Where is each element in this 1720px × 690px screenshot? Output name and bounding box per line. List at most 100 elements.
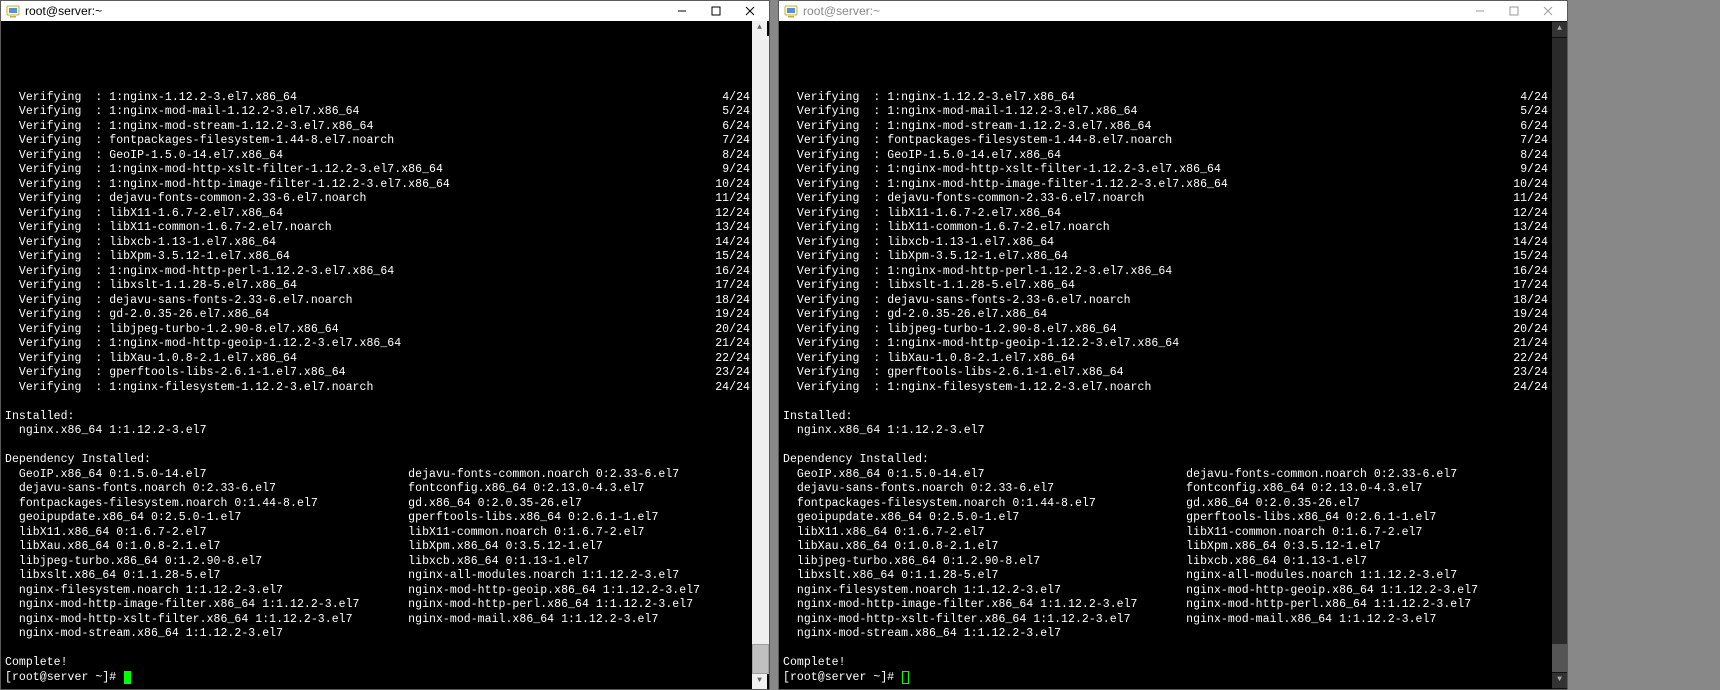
verify-line: Verifying : libxcb-1.13-1.el7.x86_6414/2… xyxy=(5,236,750,251)
dependency-row: libxslt.x86_64 0:1.1.28-5.el7 nginx-all-… xyxy=(5,569,750,584)
close-button[interactable] xyxy=(1531,1,1565,21)
verify-line: Verifying : libXau-1.0.8-2.1.el7.x86_642… xyxy=(783,352,1548,367)
dependency-row: geoipupdate.x86_64 0:2.5.0-1.el7 gperfto… xyxy=(5,511,750,526)
verify-line: Verifying : libXpm-3.5.12-1.el7.x86_6415… xyxy=(5,250,750,265)
scrollbar[interactable]: ▲ ▼ xyxy=(752,21,769,689)
verify-line: Verifying : gperftools-libs-2.6.1-1.el7.… xyxy=(5,366,750,381)
terminal-body[interactable]: Verifying : 1:nginx-1.12.2-3.el7.x86_644… xyxy=(1,21,769,689)
dependency-row: GeoIP.x86_64 0:1.5.0-14.el7 dejavu-fonts… xyxy=(783,468,1548,483)
verify-line: Verifying : gd-2.0.35-26.el7.x86_6419/24 xyxy=(5,308,750,323)
complete-message: Complete! xyxy=(783,656,1548,671)
scroll-down-icon[interactable]: ▼ xyxy=(1552,672,1567,689)
verify-line: Verifying : GeoIP-1.5.0-14.el7.x86_648/2… xyxy=(783,149,1548,164)
scroll-thumb[interactable] xyxy=(1552,644,1567,672)
verify-line: Verifying : dejavu-sans-fonts-2.33-6.el7… xyxy=(783,294,1548,309)
verify-line: Verifying : 1:nginx-mod-http-geoip-1.12.… xyxy=(783,337,1548,352)
scroll-down-icon[interactable]: ▼ xyxy=(752,674,767,689)
verify-line: Verifying : dejavu-fonts-common-2.33-6.e… xyxy=(783,192,1548,207)
dependency-row: nginx-mod-http-xslt-filter.x86_64 1:1.12… xyxy=(5,613,750,628)
verify-line: Verifying : 1:nginx-mod-stream-1.12.2-3.… xyxy=(783,120,1548,135)
scroll-up-icon[interactable]: ▲ xyxy=(752,21,767,36)
minimize-button[interactable] xyxy=(1463,1,1497,21)
titlebar[interactable]: root@server:~ xyxy=(1,1,769,21)
verify-line: Verifying : dejavu-sans-fonts-2.33-6.el7… xyxy=(5,294,750,309)
dependency-row: libxslt.x86_64 0:1.1.28-5.el7 nginx-all-… xyxy=(783,569,1548,584)
verify-line: Verifying : dejavu-fonts-common-2.33-6.e… xyxy=(5,192,750,207)
dependency-row: libXau.x86_64 0:1.0.8-2.1.el7 libXpm.x86… xyxy=(5,540,750,555)
verify-line: Verifying : gd-2.0.35-26.el7.x86_6419/24 xyxy=(783,308,1548,323)
prompt[interactable]: [root@server ~]# xyxy=(783,671,1548,686)
dependency-row: geoipupdate.x86_64 0:2.5.0-1.el7 gperfto… xyxy=(783,511,1548,526)
installed-header: Installed: xyxy=(5,410,750,425)
verify-line: Verifying : libjpeg-turbo-1.2.90-8.el7.x… xyxy=(783,323,1548,338)
window-title: root@server:~ xyxy=(25,4,665,19)
dependency-row: nginx-mod-http-image-filter.x86_64 1:1.1… xyxy=(5,598,750,613)
dependency-row: nginx-mod-stream.x86_64 1:1.12.2-3.el7 xyxy=(5,627,750,642)
verify-line: Verifying : 1:nginx-mod-mail-1.12.2-3.el… xyxy=(783,105,1548,120)
scrollbar[interactable]: ▲ ▼ xyxy=(1552,21,1567,689)
prompt[interactable]: [root@server ~]# xyxy=(5,671,750,686)
dependency-row: GeoIP.x86_64 0:1.5.0-14.el7 dejavu-fonts… xyxy=(5,468,750,483)
dependency-row: nginx-mod-http-xslt-filter.x86_64 1:1.12… xyxy=(783,613,1548,628)
verify-line: Verifying : 1:nginx-mod-http-perl-1.12.2… xyxy=(5,265,750,280)
dependency-row: libX11.x86_64 0:1.6.7-2.el7 libX11-commo… xyxy=(783,526,1548,541)
verify-line: Verifying : 1:nginx-mod-http-xslt-filter… xyxy=(5,163,750,178)
verify-line: Verifying : 1:nginx-mod-http-geoip-1.12.… xyxy=(5,337,750,352)
verify-line: Verifying : libX11-common-1.6.7-2.el7.no… xyxy=(5,221,750,236)
close-button[interactable] xyxy=(733,1,767,21)
dependency-row: libX11.x86_64 0:1.6.7-2.el7 libX11-commo… xyxy=(5,526,750,541)
cursor xyxy=(902,671,909,684)
verify-line: Verifying : 1:nginx-filesystem-1.12.2-3.… xyxy=(783,381,1548,396)
verify-line: Verifying : libX11-1.6.7-2.el7.x86_6412/… xyxy=(783,207,1548,222)
verify-line: Verifying : gperftools-libs-2.6.1-1.el7.… xyxy=(783,366,1548,381)
verify-line: Verifying : libxslt-1.1.28-5.el7.x86_641… xyxy=(783,279,1548,294)
verify-line: Verifying : libXpm-3.5.12-1.el7.x86_6415… xyxy=(783,250,1548,265)
dependency-row: fontpackages-filesystem.noarch 0:1.44-8.… xyxy=(5,497,750,512)
verify-line: Verifying : 1:nginx-filesystem-1.12.2-3.… xyxy=(5,381,750,396)
maximize-button[interactable] xyxy=(1497,1,1531,21)
installed-item: nginx.x86_64 1:1.12.2-3.el7 xyxy=(5,424,750,439)
scroll-track[interactable] xyxy=(1552,38,1567,672)
dependency-row: libjpeg-turbo.x86_64 0:1.2.90-8.el7 libx… xyxy=(5,555,750,570)
installed-header: Installed: xyxy=(783,410,1548,425)
dependency-row: dejavu-sans-fonts.noarch 0:2.33-6.el7 fo… xyxy=(783,482,1548,497)
verify-line: Verifying : libX11-1.6.7-2.el7.x86_6412/… xyxy=(5,207,750,222)
verify-line: Verifying : 1:nginx-mod-http-image-filte… xyxy=(5,178,750,193)
dependency-row: nginx-mod-http-image-filter.x86_64 1:1.1… xyxy=(783,598,1548,613)
putty-icon xyxy=(5,3,21,19)
verify-line: Verifying : 1:nginx-mod-stream-1.12.2-3.… xyxy=(5,120,750,135)
window-title: root@server:~ xyxy=(803,4,1463,19)
titlebar[interactable]: root@server:~ xyxy=(779,1,1567,21)
dependency-row: libXau.x86_64 0:1.0.8-2.1.el7 libXpm.x86… xyxy=(783,540,1548,555)
cursor xyxy=(124,671,131,684)
verify-line: Verifying : libxcb-1.13-1.el7.x86_6414/2… xyxy=(783,236,1548,251)
verify-line: Verifying : 1:nginx-1.12.2-3.el7.x86_644… xyxy=(5,91,750,106)
verify-line: Verifying : libjpeg-turbo-1.2.90-8.el7.x… xyxy=(5,323,750,338)
dependency-row: nginx-mod-stream.x86_64 1:1.12.2-3.el7 xyxy=(783,627,1548,642)
scroll-thumb[interactable] xyxy=(752,644,769,674)
verify-line: Verifying : libXau-1.0.8-2.1.el7.x86_642… xyxy=(5,352,750,367)
dependency-row: dejavu-sans-fonts.noarch 0:2.33-6.el7 fo… xyxy=(5,482,750,497)
dependency-row: nginx-filesystem.noarch 1:1.12.2-3.el7 n… xyxy=(5,584,750,599)
terminal-body[interactable]: Verifying : 1:nginx-1.12.2-3.el7.x86_644… xyxy=(779,21,1567,689)
maximize-button[interactable] xyxy=(699,1,733,21)
installed-item: nginx.x86_64 1:1.12.2-3.el7 xyxy=(783,424,1548,439)
minimize-button[interactable] xyxy=(665,1,699,21)
verify-line: Verifying : 1:nginx-mod-http-perl-1.12.2… xyxy=(783,265,1548,280)
scroll-track[interactable] xyxy=(752,36,769,674)
verify-line: Verifying : fontpackages-filesystem-1.44… xyxy=(5,134,750,149)
scroll-up-icon[interactable]: ▲ xyxy=(1552,21,1567,38)
verify-line: Verifying : 1:nginx-mod-http-image-filte… xyxy=(783,178,1548,193)
dependency-header: Dependency Installed: xyxy=(783,453,1548,468)
verify-line: Verifying : 1:nginx-mod-http-xslt-filter… xyxy=(783,163,1548,178)
terminal-window-right: root@server:~ Verifying : 1:nginx-1.12.2… xyxy=(778,0,1568,690)
verify-line: Verifying : 1:nginx-mod-mail-1.12.2-3.el… xyxy=(5,105,750,120)
verify-line: Verifying : fontpackages-filesystem-1.44… xyxy=(783,134,1548,149)
putty-icon xyxy=(783,3,799,19)
complete-message: Complete! xyxy=(5,656,750,671)
dependency-row: libjpeg-turbo.x86_64 0:1.2.90-8.el7 libx… xyxy=(783,555,1548,570)
dependency-row: nginx-filesystem.noarch 1:1.12.2-3.el7 n… xyxy=(783,584,1548,599)
verify-line: Verifying : GeoIP-1.5.0-14.el7.x86_648/2… xyxy=(5,149,750,164)
dependency-header: Dependency Installed: xyxy=(5,453,750,468)
verify-line: Verifying : 1:nginx-1.12.2-3.el7.x86_644… xyxy=(783,91,1548,106)
